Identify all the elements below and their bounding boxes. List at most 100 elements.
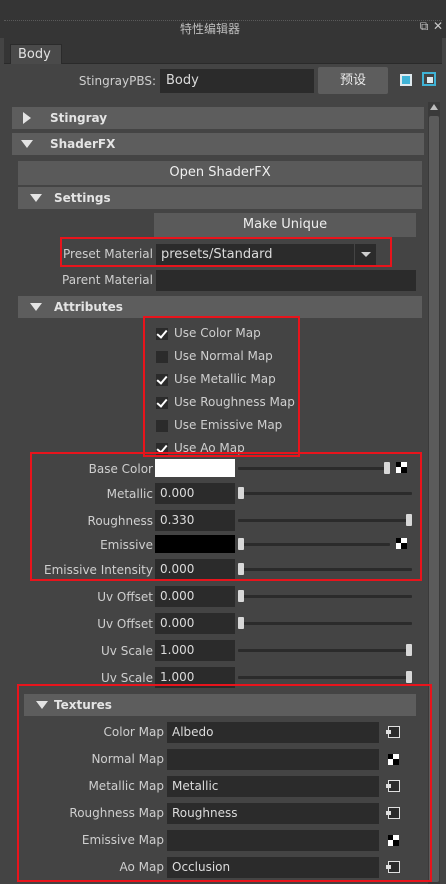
checkbox-label: Use Roughness Map (174, 395, 295, 409)
parent-material-field[interactable] (156, 270, 416, 291)
value-field[interactable]: 0.000 (155, 483, 235, 504)
slider-track[interactable] (238, 649, 412, 652)
checkbox[interactable] (156, 443, 168, 455)
slider-handle[interactable] (406, 671, 412, 683)
attribute-label: Uv Offset (97, 590, 153, 604)
checkbox[interactable] (156, 374, 168, 386)
slider-track[interactable] (238, 595, 412, 598)
slider-track[interactable] (238, 622, 412, 625)
slider-handle[interactable] (406, 644, 412, 656)
slider-handle[interactable] (238, 563, 244, 575)
tab-body[interactable]: Body (10, 44, 62, 65)
checkbox-row[interactable]: Use Emissive Map (156, 416, 306, 436)
checkbox[interactable] (156, 420, 168, 432)
section-title: Attributes (54, 300, 123, 314)
presets-button[interactable]: 预设 (318, 67, 388, 94)
texture-field[interactable]: Metallic (167, 776, 379, 797)
slider-handle[interactable] (238, 617, 244, 629)
attribute-label: Base Color (88, 462, 153, 476)
slider-track[interactable] (238, 519, 412, 522)
chevron-down-icon[interactable] (354, 244, 376, 265)
value-field[interactable]: 1.000 (155, 667, 235, 688)
checkbox[interactable] (156, 351, 168, 363)
slider-track[interactable] (238, 467, 390, 470)
texture-field[interactable] (167, 830, 379, 851)
texture-field[interactable] (167, 749, 379, 770)
checkbox-row[interactable]: Use Ao Map (156, 439, 306, 459)
value-field[interactable]: 0.000 (155, 613, 235, 634)
color-swatch[interactable] (155, 535, 235, 553)
vertical-scrollbar[interactable] (428, 102, 440, 884)
attribute-label: Emissive Intensity (44, 563, 153, 577)
node-type-label: StingrayPBS: (78, 74, 156, 88)
node-name-field[interactable]: Body (160, 69, 314, 93)
attribute-editor-content: Stingray ShaderFX Open ShaderFX Settings… (8, 102, 426, 884)
checkbox-row[interactable]: Use Roughness Map (156, 393, 306, 413)
section-attributes[interactable]: Attributes (18, 296, 422, 318)
map-button-icon[interactable] (396, 538, 407, 549)
slider-handle[interactable] (238, 487, 244, 499)
window-titlebar: 特性编辑器 ⧉ ✕ (0, 0, 446, 38)
map-button-icon[interactable] (388, 835, 399, 846)
checkbox-label: Use Normal Map (174, 349, 273, 363)
section-stingray[interactable]: Stingray (12, 107, 424, 129)
value-field[interactable]: 0.330 (155, 510, 235, 531)
value-field[interactable]: 0.000 (155, 559, 235, 580)
preset-material-label: Preset Material (63, 247, 153, 261)
collapse-arrow-icon (30, 303, 42, 311)
section-title: Textures (54, 698, 112, 712)
slider-handle[interactable] (238, 538, 244, 550)
scroll-up-arrow-icon[interactable] (430, 104, 438, 110)
window-title: 特性编辑器 (179, 22, 240, 36)
section-textures[interactable]: Textures (24, 694, 416, 716)
expand-arrow-icon (23, 112, 31, 124)
checkbox-label: Use Emissive Map (174, 418, 283, 432)
scroll-thumb[interactable] (429, 116, 439, 882)
collapse-arrow-icon (30, 194, 42, 202)
attribute-label: Uv Scale (101, 644, 153, 658)
make-unique-button[interactable]: Make Unique (154, 213, 416, 237)
slider-track[interactable] (238, 568, 412, 571)
slider-handle[interactable] (238, 590, 244, 602)
connection-icon[interactable] (386, 780, 400, 792)
texture-label: Emissive Map (81, 833, 164, 847)
texture-label: Ao Map (119, 860, 164, 874)
section-settings[interactable]: Settings (18, 187, 422, 209)
preset-material-dropdown[interactable]: presets/Standard (156, 244, 376, 265)
connection-icon[interactable] (386, 861, 400, 873)
texture-label: Roughness Map (69, 806, 164, 820)
slider-track[interactable] (238, 492, 412, 495)
map-button-icon[interactable] (388, 754, 399, 765)
texture-field[interactable]: Roughness (167, 803, 379, 824)
connection-icon[interactable] (386, 726, 400, 738)
checkbox[interactable] (156, 397, 168, 409)
tab-strip: Body (4, 38, 442, 65)
open-shaderfx-button[interactable]: Open ShaderFX (18, 161, 422, 185)
slider-handle[interactable] (384, 462, 390, 474)
float-window-icon[interactable]: ⧉ (418, 20, 430, 33)
color-swatch[interactable] (155, 459, 235, 477)
value-field[interactable]: 0.000 (155, 586, 235, 607)
map-button-icon[interactable] (396, 462, 407, 473)
node-header: StingrayPBS: Body 预设 (4, 64, 442, 102)
connection-icon[interactable] (386, 807, 400, 819)
texture-field[interactable]: Albedo (167, 722, 379, 743)
checkbox-label: Use Color Map (174, 326, 261, 340)
slider-handle[interactable] (406, 514, 412, 526)
show-node-icon[interactable] (422, 72, 436, 86)
attribute-label: Metallic (106, 487, 153, 501)
checkbox-row[interactable]: Use Metallic Map (156, 370, 306, 390)
close-icon[interactable]: ✕ (432, 20, 444, 33)
value-field[interactable]: 1.000 (155, 640, 235, 661)
checkbox-row[interactable]: Use Normal Map (156, 347, 306, 367)
slider-track[interactable] (238, 543, 390, 546)
section-shaderfx[interactable]: ShaderFX (12, 133, 424, 155)
slider-track[interactable] (238, 676, 412, 679)
collapse-arrow-icon (21, 140, 33, 148)
texture-label: Color Map (103, 725, 164, 739)
checkbox-label: Use Metallic Map (174, 372, 276, 386)
focus-node-icon[interactable] (400, 74, 412, 86)
checkbox[interactable] (156, 328, 168, 340)
texture-field[interactable]: Occlusion (167, 857, 379, 878)
checkbox-row[interactable]: Use Color Map (156, 324, 306, 344)
